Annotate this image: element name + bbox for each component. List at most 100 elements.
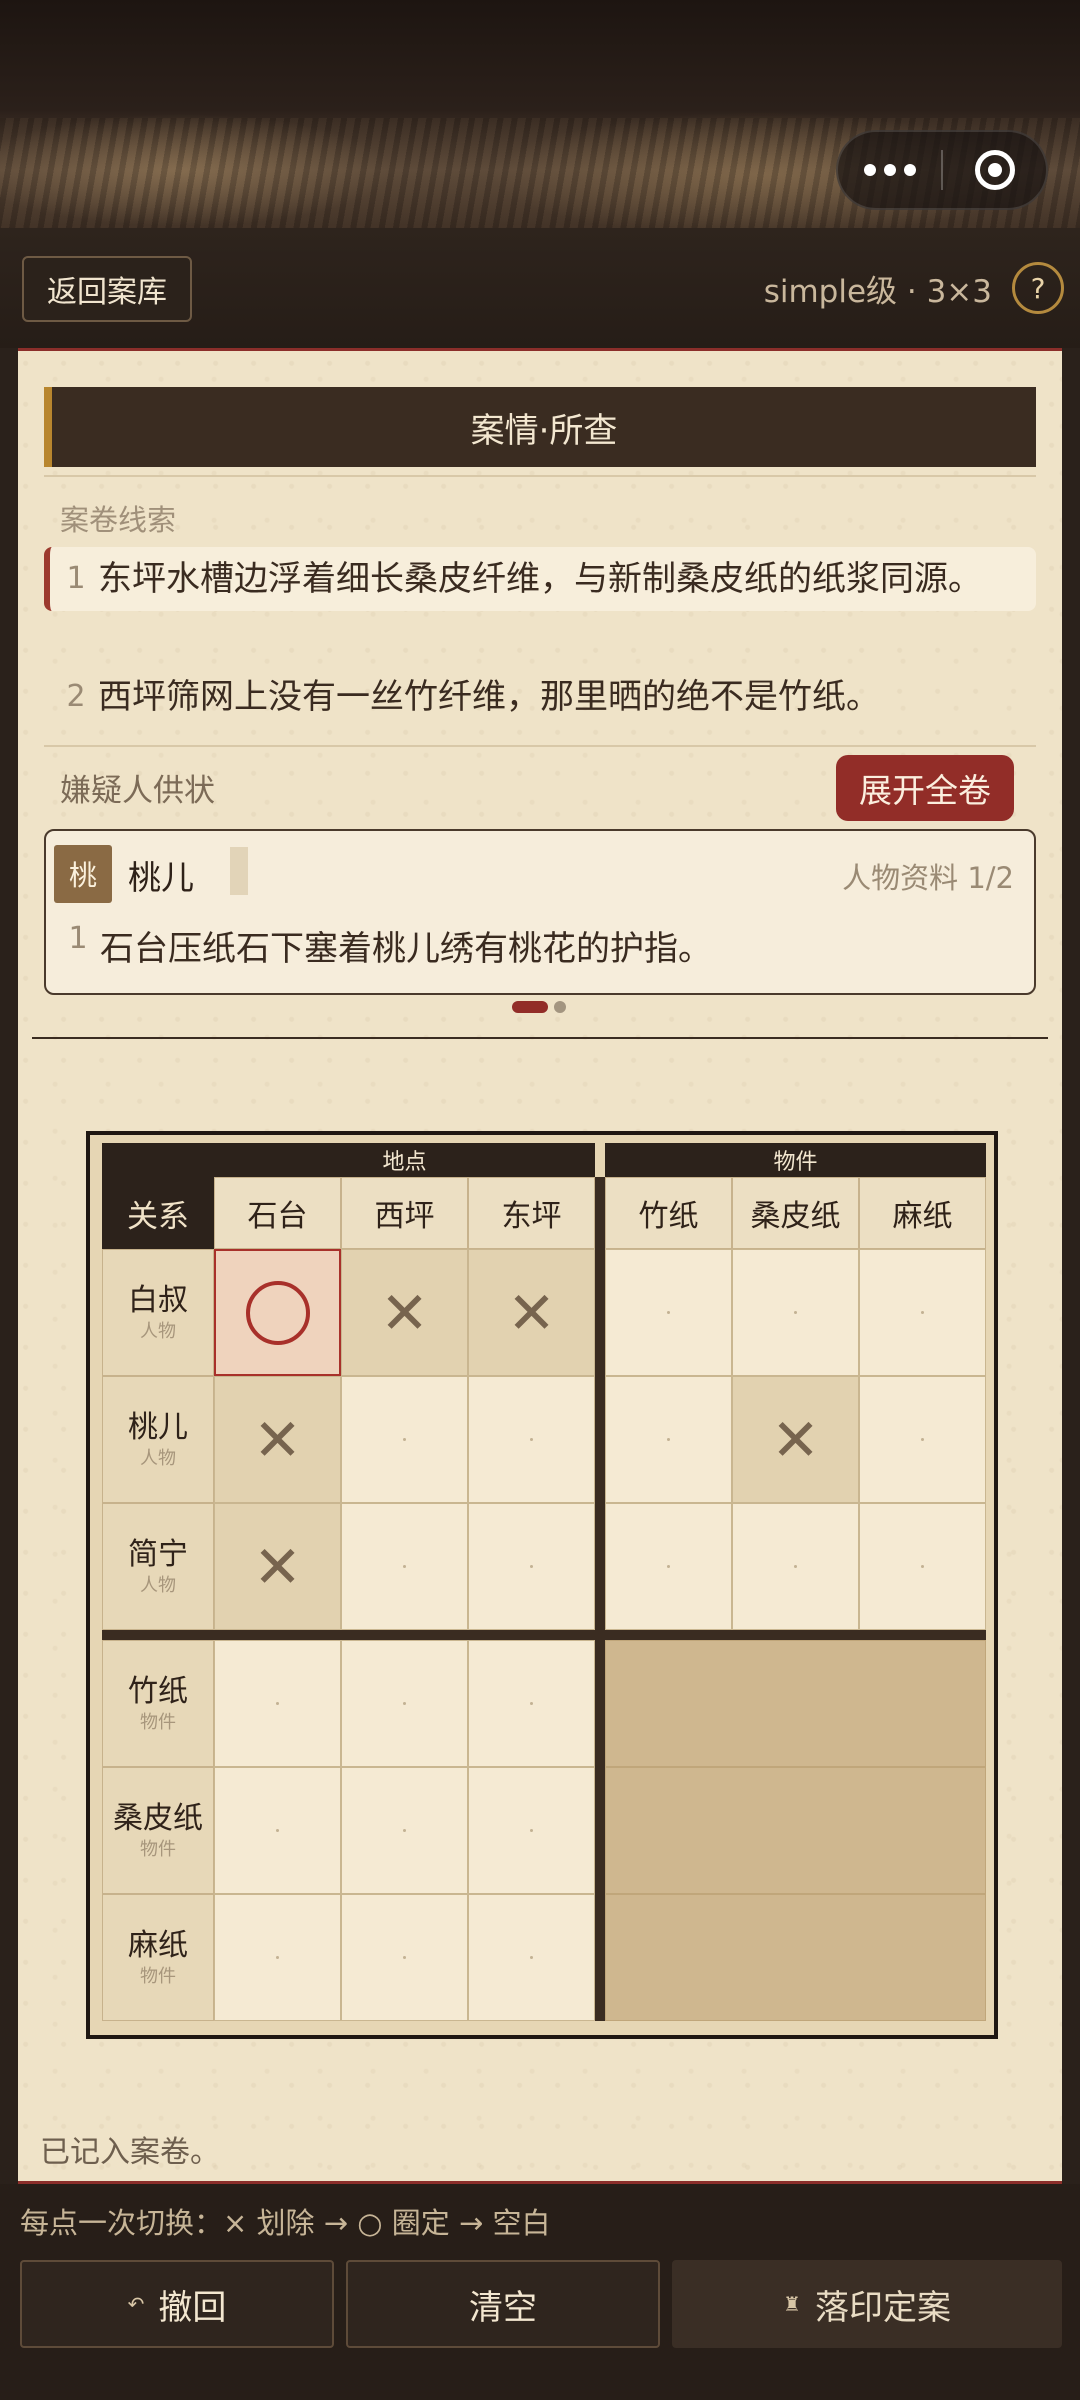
column-header: 西坪 [341,1177,468,1249]
empty-dot [276,1829,279,1832]
clear-button[interactable]: 清空 [346,2260,660,2348]
column-header: 石台 [214,1177,341,1249]
grid-cell[interactable] [468,1503,595,1630]
grid-cell[interactable] [341,1376,468,1503]
case-paper-panel: 案情·所查 案卷线索 1 东坪水槽边浮着细长桑皮纤维，与新制桑皮纸的纸浆同源。 … [18,348,1062,2184]
cross-mark-icon: ✕ [771,1405,820,1474]
empty-dot [530,1956,533,1959]
row-name: 桃儿 [128,1409,188,1445]
grid-cell[interactable] [605,1376,732,1503]
empty-dot [921,1438,924,1441]
clue-item[interactable]: 1 东坪水槽边浮着细长桑皮纤维，与新制桑皮纸的纸浆同源。 [44,547,1036,611]
grid-cell[interactable] [214,1767,341,1894]
cross-mark-icon: ✕ [507,1278,556,1347]
row-type: 人物 [140,1574,176,1596]
clues-section-title: 案卷线索 [60,503,177,537]
undo-icon: ↶ [127,2292,145,2316]
profile-page-indicator: 人物资料 1/2 [842,861,1014,895]
grid-cell[interactable] [214,1894,341,2021]
grid-cell[interactable] [859,1503,986,1630]
grid-cell[interactable] [605,1503,732,1630]
grid-cell[interactable]: ✕ [468,1249,595,1376]
column-header: 麻纸 [859,1177,986,1249]
help-button[interactable]: ? [1012,262,1064,314]
grid-cell[interactable] [859,1249,986,1376]
grid-cell[interactable] [214,1249,341,1376]
horizontal-divider [102,1630,986,1640]
grid-cell[interactable] [468,1767,595,1894]
empty-dot [403,1829,406,1832]
grid-cell[interactable]: ✕ [214,1503,341,1630]
grid-cell[interactable] [341,1894,468,2021]
top-banner [0,0,1080,228]
grid-cell[interactable]: ✕ [732,1376,859,1503]
grid-cell[interactable]: ✕ [214,1376,341,1503]
case-title: 案情·所查 [44,387,1036,467]
status-text: 已记入案卷。 [40,2135,220,2170]
row-header: 简宁 人物 [102,1503,214,1630]
column-header: 桑皮纸 [732,1177,859,1249]
grid-cell[interactable] [859,1376,986,1503]
seal-stamp-icon: ♜ [783,2292,801,2316]
empty-dot [403,1956,406,1959]
group-header-item: 物件 [605,1143,986,1177]
row-type: 物件 [140,1838,176,1860]
pager-dot-active[interactable] [512,1001,548,1013]
disabled-block [605,1767,986,1894]
grid-cell[interactable] [341,1767,468,1894]
row-header: 麻纸 物件 [102,1894,214,2021]
empty-dot [403,1565,406,1568]
grid-cell[interactable] [468,1376,595,1503]
grid-cell[interactable] [341,1640,468,1767]
empty-dot [276,1702,279,1705]
empty-dot [403,1438,406,1441]
row-type: 物件 [140,1711,176,1733]
row-name: 桑皮纸 [113,1800,203,1836]
undo-label: 撤回 [158,2287,227,2328]
row-name: 麻纸 [128,1927,188,1963]
row-name: 竹纸 [128,1673,188,1709]
suspect-name: 桃儿 [128,858,194,897]
bottom-bar: 每点一次切换：× 划除 → ○ 圈定 → 空白 ↶ 撤回 清空 ♜ 落印定案 [0,2184,1080,2400]
statement-number: 1 [68,921,88,956]
divider [32,1037,1048,1039]
pager-dot[interactable] [554,1001,566,1013]
clue-item[interactable]: 2 西坪筛网上没有一丝竹纤维，那里晒的绝不是竹纸。 [44,673,1036,721]
divider [44,475,1036,477]
grid-cell[interactable] [732,1249,859,1376]
toggle-hint: 每点一次切换：× 划除 → ○ 圈定 → 空白 [20,2206,551,2240]
clue-number: 2 [66,679,86,714]
empty-dot [530,1565,533,1568]
suspect-statement: 1 石台压纸石下塞着桃儿绣有桃花的护指。 [56,921,712,970]
grid-cell[interactable] [341,1503,468,1630]
empty-dot [667,1311,670,1314]
row-header: 白叔 人物 [102,1249,214,1376]
cross-mark-icon: ✕ [253,1405,302,1474]
clue-number: 1 [66,561,86,596]
empty-dot [530,1829,533,1832]
clue-text: 西坪筛网上没有一丝竹纤维，那里晒的绝不是竹纸。 [98,677,880,717]
grid-cell[interactable] [468,1640,595,1767]
card-pager[interactable] [512,1001,566,1013]
expand-all-button[interactable]: 展开全卷 [836,755,1014,821]
column-header: 东坪 [468,1177,595,1249]
seal-verdict-button[interactable]: ♜ 落印定案 [672,2260,1062,2348]
suspect-card[interactable]: 桃 桃儿 人物资料 1/2 1 石台压纸石下塞着桃儿绣有桃花的护指。 [44,829,1036,995]
grid-cell[interactable]: ✕ [341,1249,468,1376]
row-type: 人物 [140,1447,176,1469]
back-to-library-button[interactable]: 返回案库 [22,256,192,322]
more-dots-icon[interactable] [838,164,941,176]
level-label: simple级 · 3×3 [763,274,992,310]
avatar: 桃 [54,845,112,903]
suspect-tag [230,847,248,895]
mini-program-capsule [836,130,1048,210]
undo-button[interactable]: ↶ 撤回 [20,2260,334,2348]
grid-cell[interactable] [732,1503,859,1630]
empty-dot [667,1438,670,1441]
cross-mark-icon: ✕ [253,1532,302,1601]
grid-cell[interactable] [214,1640,341,1767]
grid-cell[interactable] [468,1894,595,2021]
seal-label: 落印定案 [814,2287,951,2328]
grid-cell[interactable] [605,1249,732,1376]
target-circle-icon[interactable] [943,150,1046,190]
